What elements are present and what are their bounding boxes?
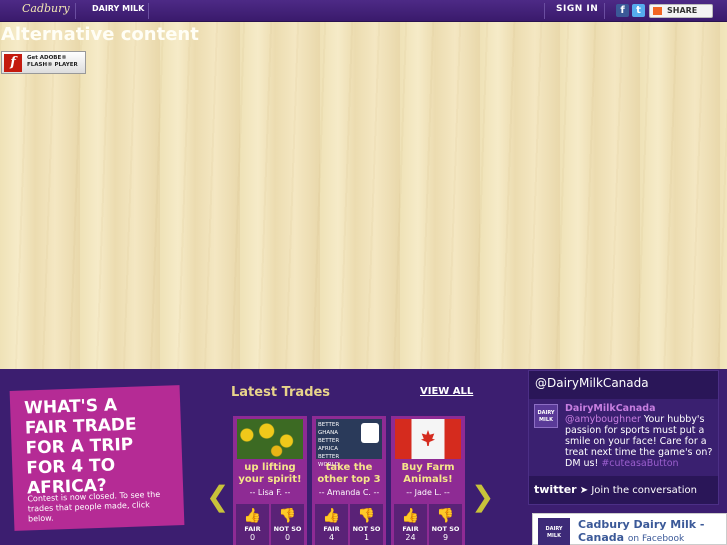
twitter-footer[interactable]: twitter ➤ Join the conversation xyxy=(534,483,697,496)
share-label: SHARE xyxy=(667,6,698,15)
thumbs-up-icon: 👍 xyxy=(401,508,420,524)
avatar[interactable]: DAIRY MILK xyxy=(534,404,558,428)
flash-content-area: Alternative content f Get ADOBE® FLASH® P… xyxy=(0,22,727,369)
twitter-icon[interactable]: t xyxy=(632,4,645,17)
flash-badge-text: Get ADOBE® FLASH® PLAYER xyxy=(27,55,78,68)
sign-in-link[interactable]: SIGN IN xyxy=(556,4,598,14)
divider xyxy=(75,3,76,19)
thumbs-up-icon: 👍 xyxy=(322,508,341,524)
fair-label: FAIR xyxy=(244,525,261,533)
dairy-milk-logo[interactable]: DAIRY MILK xyxy=(92,4,144,13)
tweet: DAIRY MILK DairyMilkCanada @amyboughner … xyxy=(529,399,718,476)
bird-icon: ➤ xyxy=(579,485,589,496)
divider xyxy=(604,3,605,19)
not-so-label: NOT SO xyxy=(273,525,302,533)
top-bar: Cadbury DAIRY MILK SIGN IN f t SHARE xyxy=(0,0,727,22)
facebook-icon[interactable]: f xyxy=(616,4,629,17)
get-flash-player-button[interactable]: f Get ADOBE® FLASH® PLAYER xyxy=(1,51,86,74)
join-conversation-link[interactable]: Join the conversation xyxy=(591,485,697,496)
tweet-mention-link[interactable]: @amyboughner xyxy=(565,414,641,425)
trade-card[interactable]: up lifting your spirit! -- Lisa F. -- 👍 … xyxy=(233,416,307,545)
better-ghana-logo-icon xyxy=(361,423,379,443)
not-so-vote-button[interactable]: 👎 NOT SO 1 xyxy=(350,504,383,545)
on-facebook-label: on Facebook xyxy=(627,534,685,544)
latest-trades-title: Latest Trades xyxy=(231,385,331,400)
not-so-vote-button[interactable]: 👎 NOT SO 0 xyxy=(271,504,304,545)
twitter-logo: twitter xyxy=(534,483,577,496)
divider xyxy=(148,3,149,19)
not-so-count: 0 xyxy=(284,533,291,542)
not-so-count: 9 xyxy=(442,533,449,542)
contest-banner[interactable]: WHAT'S A FAIR TRADE FOR A TRIP FOR 4 TO … xyxy=(9,385,185,531)
trade-image-better-ghana: BETTER GHANA BETTER AFRICA BETTER WORLD xyxy=(316,419,382,468)
tweet-user-link[interactable]: DairyMilkCanada xyxy=(565,403,655,414)
cadbury-logo[interactable]: Cadbury xyxy=(22,2,70,15)
tweet-hashtag-link[interactable]: #cuteasaButton xyxy=(601,458,678,469)
not-so-vote-button[interactable]: 👎 NOT SO 9 xyxy=(429,504,462,545)
alternative-content-text: Alternative content xyxy=(1,24,199,45)
fair-vote-button[interactable]: 👍 FAIR 0 xyxy=(236,504,269,545)
maple-leaf-icon xyxy=(421,430,435,446)
not-so-label: NOT SO xyxy=(352,525,381,533)
view-all-link[interactable]: VIEW ALL xyxy=(420,386,473,397)
trade-card[interactable]: BETTER GHANA BETTER AFRICA BETTER WORLD … xyxy=(312,416,386,545)
facebook-page-name[interactable]: Cadbury Dairy Milk - Canada on Facebook xyxy=(578,518,727,545)
fair-vote-button[interactable]: 👍 FAIR 24 xyxy=(394,504,427,545)
fair-label: FAIR xyxy=(402,525,419,533)
next-arrow-icon[interactable]: ❯ xyxy=(471,480,494,513)
trade-author: -- Lisa F. -- xyxy=(249,488,291,497)
thumbs-up-icon: 👍 xyxy=(243,508,262,524)
share-icon xyxy=(653,7,662,15)
twitter-handle[interactable]: @DairyMilkCanada xyxy=(535,376,649,390)
trade-image-flowers xyxy=(237,419,303,459)
trade-author: -- Amanda C. -- xyxy=(318,488,380,497)
avatar[interactable]: DAIRY MILK xyxy=(538,518,570,545)
facebook-widget: DAIRY MILK Cadbury Dairy Milk - Canada o… xyxy=(532,513,727,545)
thumbs-down-icon: 👎 xyxy=(436,508,455,524)
fair-count: 0 xyxy=(249,533,256,542)
fair-count: 24 xyxy=(405,533,416,542)
trade-title: up lifting your spirit! xyxy=(238,462,302,485)
tweet-text: DairyMilkCanada @amyboughner Your hubby'… xyxy=(565,403,715,469)
not-so-label: NOT SO xyxy=(431,525,460,533)
prev-arrow-icon[interactable]: ❮ xyxy=(206,480,229,513)
flash-icon: f xyxy=(4,54,22,72)
trade-title: Buy Farm Animals! xyxy=(401,462,455,485)
thumbs-down-icon: 👎 xyxy=(278,508,297,524)
thumbs-down-icon: 👎 xyxy=(357,508,376,524)
fair-vote-button[interactable]: 👍 FAIR 4 xyxy=(315,504,348,545)
fair-count: 4 xyxy=(328,533,335,542)
trade-title: take the other top 3 xyxy=(317,462,381,485)
contest-headline: WHAT'S A FAIR TRADE FOR A TRIP FOR 4 TO … xyxy=(23,395,137,499)
twitter-widget: @DairyMilkCanada DAIRY MILK DairyMilkCan… xyxy=(528,370,719,505)
trade-image-canada-flag xyxy=(395,419,461,459)
fair-label: FAIR xyxy=(323,525,340,533)
trade-author: -- Jade L. -- xyxy=(406,488,450,497)
divider xyxy=(544,3,545,19)
contest-note: Contest is now closed. To see the trades… xyxy=(27,489,161,524)
share-button[interactable]: SHARE xyxy=(649,4,713,18)
trade-card[interactable]: Buy Farm Animals! -- Jade L. -- 👍 FAIR 2… xyxy=(391,416,465,545)
not-so-count: 1 xyxy=(363,533,370,542)
